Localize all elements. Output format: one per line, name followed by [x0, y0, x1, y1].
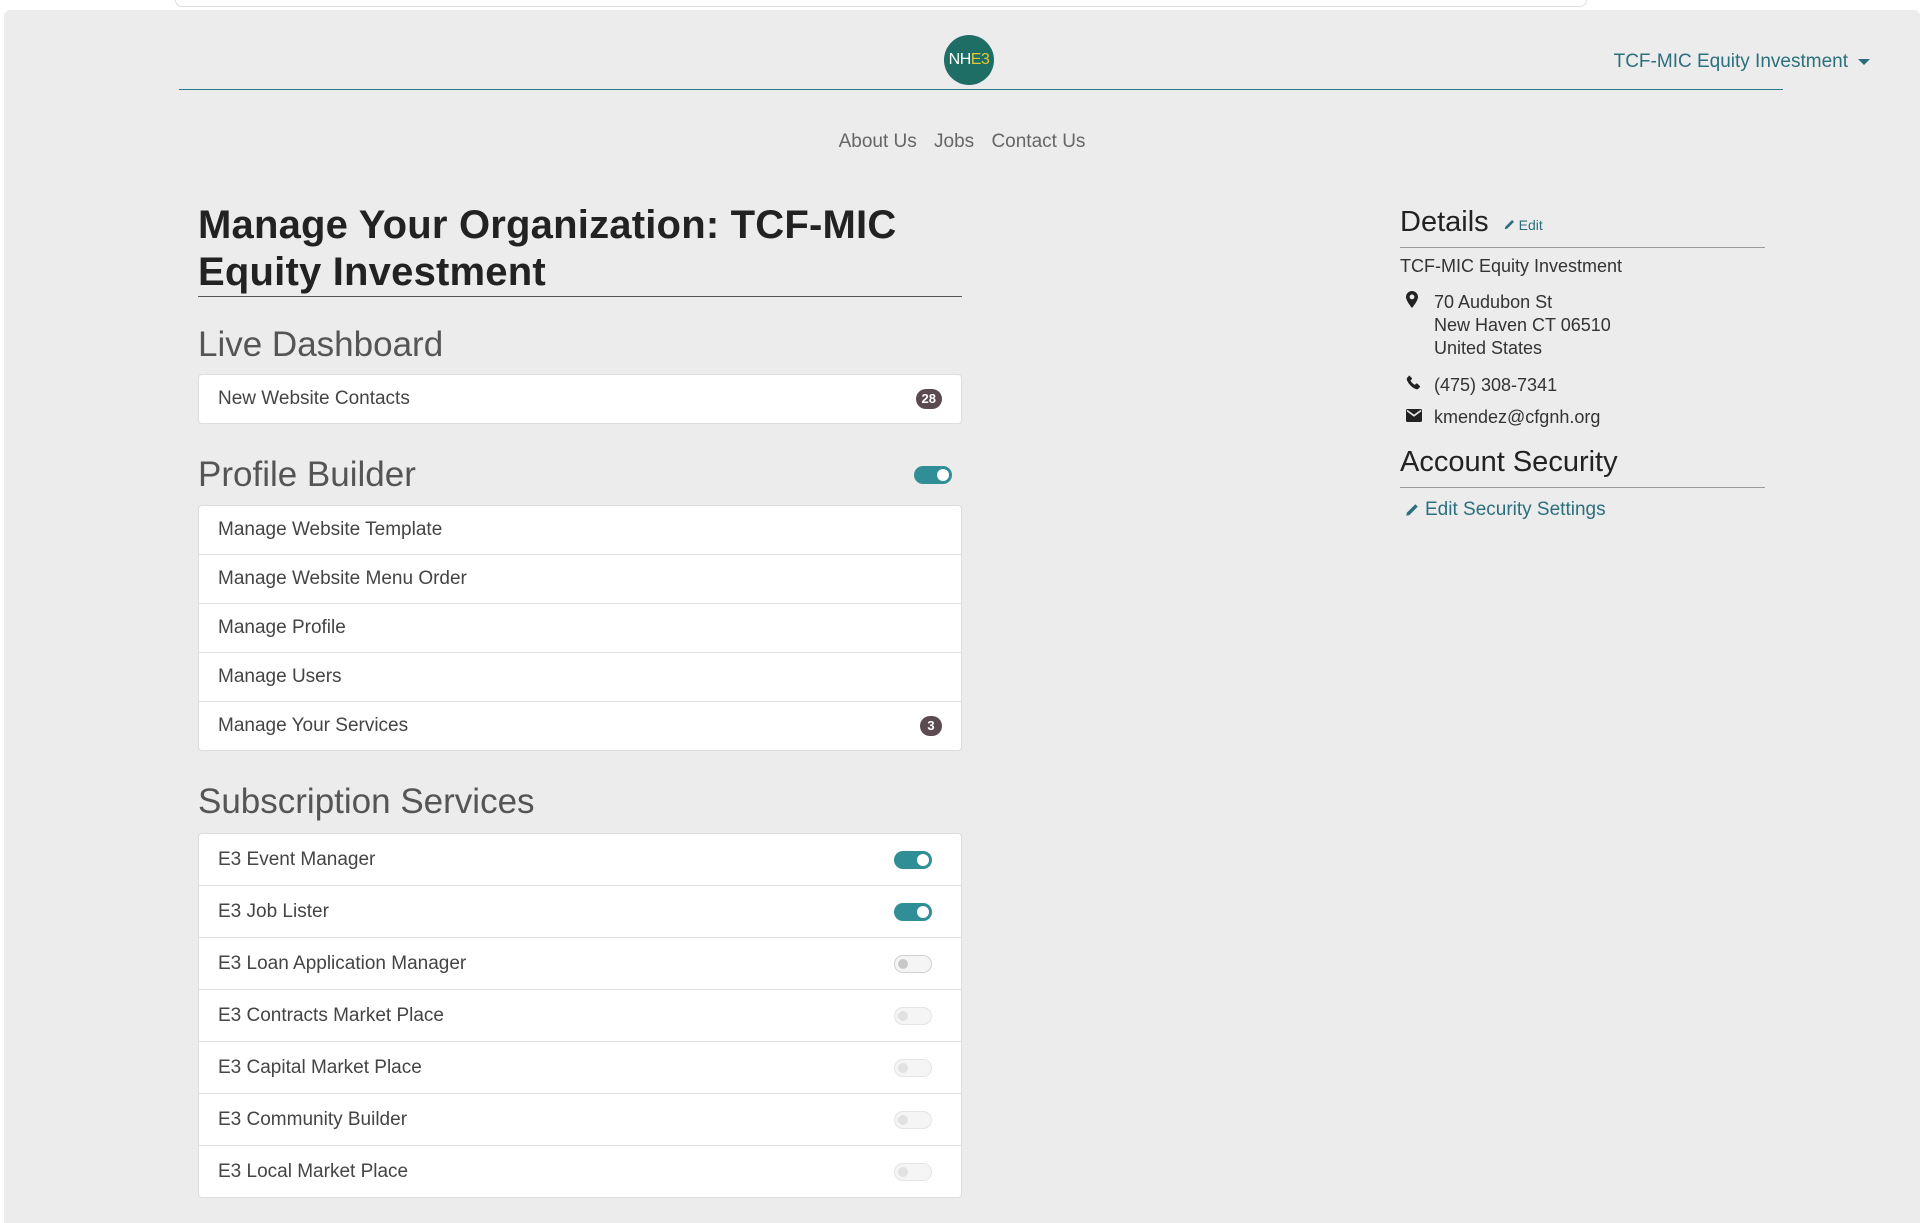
org-dropdown-label: TCF-MIC Equity Investment	[1613, 51, 1848, 72]
list-item-manage-your-services[interactable]: Manage Your Services 3	[199, 702, 961, 750]
subscription-services-list: E3 Event Manager E3 Job Lister E3 Loan A…	[198, 833, 962, 1198]
account-security-divider	[1400, 487, 1765, 488]
local-market-place-toggle[interactable]	[894, 1162, 932, 1181]
list-item-manage-users[interactable]: Manage Users	[199, 653, 961, 702]
event-manager-toggle[interactable]	[894, 850, 932, 869]
list-item-event-manager: E3 Event Manager	[199, 834, 961, 886]
profile-builder-heading: Profile Builder	[198, 455, 416, 494]
top-nav: About Us Jobs Contact Us	[4, 131, 1920, 153]
list-item-loan-application-manager: E3 Loan Application Manager	[199, 938, 961, 990]
edit-details-link[interactable]: Edit	[1503, 217, 1543, 233]
account-security-heading: Account Security	[1400, 446, 1618, 478]
phone-row: (475) 308-7341	[1400, 374, 1765, 397]
live-dashboard-list: New Website Contacts 28	[198, 374, 962, 424]
list-item-capital-market-place: E3 Capital Market Place	[199, 1042, 961, 1094]
envelope-icon	[1400, 406, 1434, 427]
nav-jobs[interactable]: Jobs	[934, 131, 974, 152]
manage-panel: Manage Your Organization: TCF-MIC Equity…	[198, 202, 962, 1198]
contracts-market-place-toggle[interactable]	[894, 1006, 932, 1025]
community-builder-toggle[interactable]	[894, 1110, 932, 1129]
site-logo[interactable]: NH E3	[944, 35, 994, 85]
profile-builder-toggle[interactable]	[914, 466, 952, 484]
pencil-icon	[1504, 219, 1514, 230]
list-item-manage-profile[interactable]: Manage Profile	[199, 604, 961, 653]
subscription-services-heading: Subscription Services	[198, 782, 535, 821]
details-panel: Details Edit TCF-MIC Equity Investment 7…	[1400, 206, 1765, 521]
page-title: Manage Your Organization: TCF-MIC Equity…	[198, 202, 962, 297]
count-badge: 3	[920, 716, 942, 736]
email-address[interactable]: kmendez@cfgnh.org	[1434, 406, 1600, 429]
list-item-new-website-contacts[interactable]: New Website Contacts 28	[199, 375, 961, 423]
phone-icon	[1400, 374, 1434, 395]
address-block: 70 Audubon St New Haven CT 06510 United …	[1400, 291, 1765, 360]
list-item-local-market-place: E3 Local Market Place	[199, 1146, 961, 1197]
nav-contact-us[interactable]: Contact Us	[991, 131, 1085, 152]
details-heading-row: Details Edit	[1400, 206, 1765, 239]
page: NH E3 TCF-MIC Equity Investment About Us …	[4, 10, 1920, 1223]
loan-application-manager-toggle[interactable]	[894, 954, 932, 973]
details-divider	[1400, 247, 1765, 248]
address-line-3: United States	[1434, 338, 1543, 358]
pencil-icon	[1406, 503, 1418, 516]
list-item-contracts-market-place: E3 Contracts Market Place	[199, 990, 961, 1042]
edit-security-settings-link[interactable]: Edit Security Settings	[1400, 499, 1765, 521]
caret-down-icon	[1858, 59, 1870, 65]
profile-builder-list: Manage Website Template Manage Website M…	[198, 505, 962, 751]
list-item-manage-website-menu-order[interactable]: Manage Website Menu Order	[199, 555, 961, 604]
details-heading: Details	[1400, 206, 1489, 238]
job-lister-toggle[interactable]	[894, 902, 932, 921]
email-row: kmendez@cfgnh.org	[1400, 406, 1765, 429]
address-line-1: 70 Audubon St	[1434, 292, 1553, 312]
map-marker-icon	[1400, 291, 1434, 313]
capital-market-place-toggle[interactable]	[894, 1058, 932, 1077]
list-item-manage-website-template[interactable]: Manage Website Template	[199, 506, 961, 555]
count-badge: 28	[915, 389, 942, 409]
list-item-job-lister: E3 Job Lister	[199, 886, 961, 938]
nav-about-us[interactable]: About Us	[839, 131, 917, 152]
browser-top-strip	[175, 0, 1587, 7]
org-name: TCF-MIC Equity Investment	[1400, 256, 1623, 276]
org-dropdown[interactable]: TCF-MIC Equity Investment	[1614, 51, 1870, 73]
list-item-community-builder: E3 Community Builder	[199, 1094, 961, 1146]
address-line-2: New Haven CT 06510	[1434, 315, 1611, 335]
phone-number[interactable]: (475) 308-7341	[1434, 374, 1557, 397]
header-divider	[179, 89, 1783, 90]
live-dashboard-heading: Live Dashboard	[198, 325, 444, 364]
